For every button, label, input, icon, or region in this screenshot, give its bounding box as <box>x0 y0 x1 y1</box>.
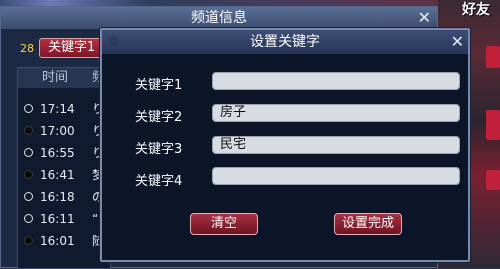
dialog-title: 设置关键字 <box>102 30 468 54</box>
finish-button[interactable]: 设置完成 <box>334 213 402 235</box>
keyword-input-2[interactable]: 房子 <box>212 104 460 122</box>
keyword-tab[interactable]: 关键字1 <box>39 38 109 58</box>
keyword-input-1[interactable] <box>212 72 460 90</box>
set-keyword-dialog: 设置关键字 ❁ ✕ 关键字1 关键字2 房子 关键字3 民宅 关键字4 清空 设… <box>100 28 470 262</box>
list-item[interactable]: 17:14 り <box>18 98 110 120</box>
item-time: 16:18 <box>40 190 75 204</box>
status-dot-icon <box>24 126 33 135</box>
list-item[interactable]: 16:55 り <box>18 142 110 164</box>
keyword-label-1: 关键字1 <box>135 78 183 93</box>
channel-info-title: 频道信息 <box>1 7 437 29</box>
keyword-label-2: 关键字2 <box>135 110 183 125</box>
message-list: 时间 频 17:14 り 17:00 り 16:55 り 16:41 梦 16:… <box>17 67 111 269</box>
keyword-input-4[interactable] <box>212 167 460 185</box>
message-count: 28 <box>20 42 34 55</box>
side-tab[interactable] <box>486 110 500 140</box>
side-tab[interactable] <box>486 170 500 190</box>
list-item[interactable]: 17:00 り <box>18 120 110 142</box>
status-dot-icon <box>24 170 33 179</box>
item-channel: “ <box>92 212 99 226</box>
item-time: 16:55 <box>40 146 75 160</box>
keyword-label-3: 关键字3 <box>135 142 183 157</box>
item-time: 17:14 <box>40 102 75 116</box>
time-column-header: 时间 <box>42 70 69 85</box>
clear-button[interactable]: 清空 <box>190 213 258 235</box>
list-header: 时间 频 <box>18 68 110 88</box>
close-icon[interactable]: ✕ <box>418 8 431 28</box>
status-dot-icon <box>24 236 33 245</box>
side-tab[interactable] <box>486 46 500 68</box>
item-time: 16:41 <box>40 168 75 182</box>
keyword-input-3[interactable]: 民宅 <box>212 136 460 154</box>
item-time: 16:11 <box>40 212 75 226</box>
status-dot-icon <box>24 104 33 113</box>
status-dot-icon <box>24 148 33 157</box>
status-dot-icon <box>24 214 33 223</box>
item-time: 17:00 <box>40 124 75 138</box>
keyword-label-4: 关键字4 <box>135 174 183 189</box>
list-item[interactable]: 16:18 の <box>18 186 110 208</box>
friend-label[interactable]: 好友 <box>462 0 490 19</box>
status-dot-icon <box>24 192 33 201</box>
list-item[interactable]: 16:01 随 <box>18 230 110 252</box>
close-icon[interactable]: ✕ <box>451 32 464 52</box>
list-item[interactable]: 16:11 “ <box>18 208 110 230</box>
item-time: 16:01 <box>40 234 75 248</box>
ornament-icon: ❁ <box>108 34 120 50</box>
list-item[interactable]: 16:41 梦 <box>18 164 110 186</box>
